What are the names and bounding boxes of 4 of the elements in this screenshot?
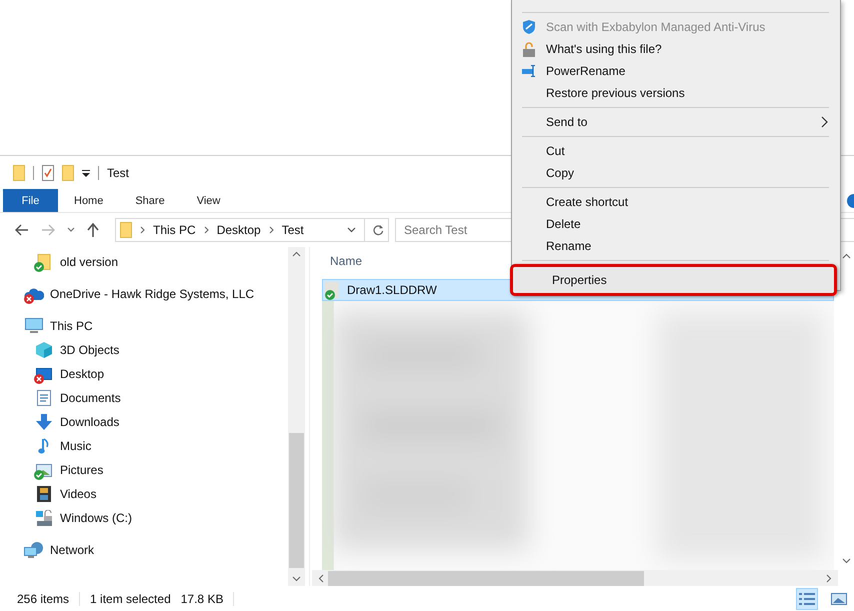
selection-count: 1 item selected (90, 592, 171, 606)
window-title: Test (107, 166, 130, 180)
item-count: 256 items (17, 592, 70, 606)
selection-size: 17.8 KB (180, 592, 224, 606)
